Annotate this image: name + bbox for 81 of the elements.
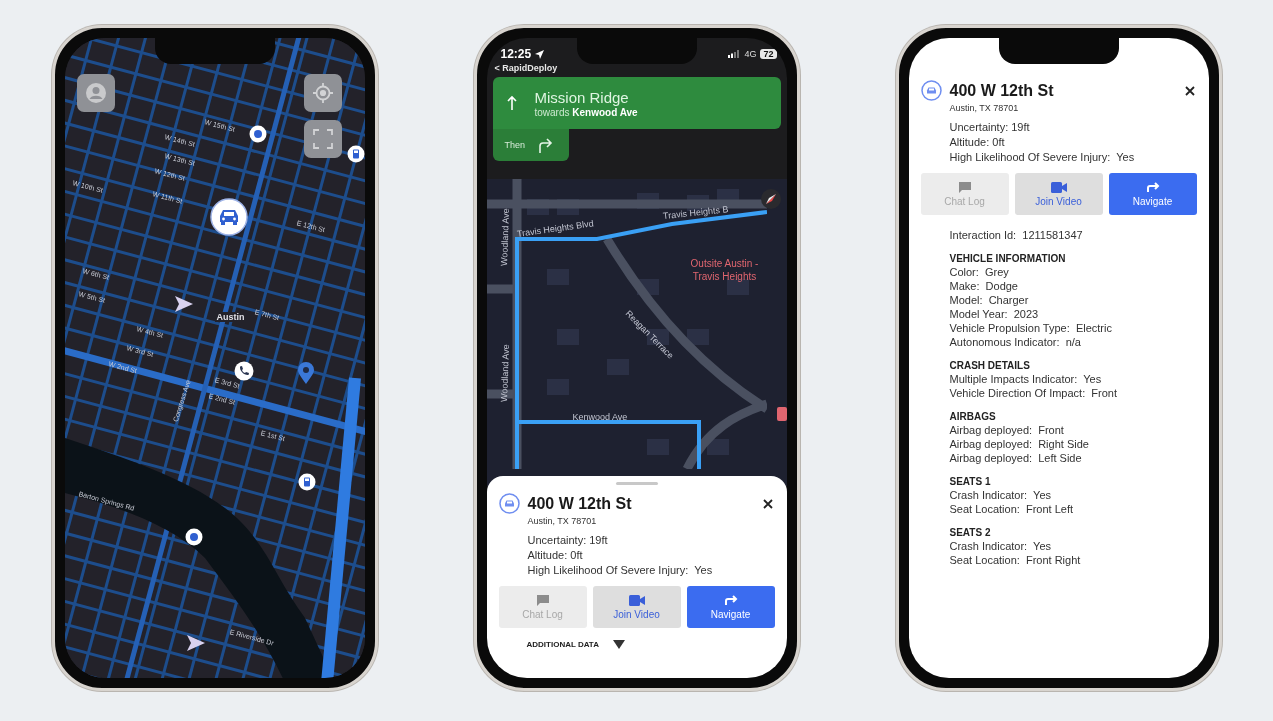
chat-icon — [535, 594, 550, 606]
clock-time: 12:25 — [500, 47, 532, 61]
location-dot-icon — [248, 125, 267, 143]
fullscreen-icon — [311, 128, 334, 150]
join-video-button[interactable]: Join Video — [592, 586, 681, 628]
turn-right-icon — [723, 594, 738, 606]
section-heading: CRASH DETAILS — [949, 360, 1031, 371]
detail-text: Vehicle Direction Of Impact: Front — [949, 387, 1118, 399]
detail-text: Altitude: 0ft — [949, 136, 1006, 148]
signal-icon — [728, 50, 741, 58]
detail-text: Color: Grey — [949, 266, 1010, 278]
towards-text: towards Kenwood Ave — [534, 106, 638, 118]
navigate-button[interactable]: Navigate — [686, 586, 775, 628]
section-heading: AIRBAGS — [949, 411, 997, 422]
section-heading: VEHICLE INFORMATION — [949, 253, 1067, 264]
address-title: 400 W 12th St — [527, 494, 633, 513]
location-arrow-icon — [535, 49, 545, 59]
section-heading: SEATS 2 — [949, 527, 992, 538]
detail-text: Autonomous Indicator: n/a — [949, 336, 1082, 348]
street-label: Woodland Ave — [498, 344, 511, 403]
detail-text: High Likelihood Of Severe Injury: Yes — [949, 151, 1136, 163]
address-subtitle: Austin, TX 78701 — [949, 103, 1020, 113]
map-pin-icon — [296, 361, 315, 385]
street-label: Austin — [214, 312, 247, 322]
locate-button[interactable] — [303, 74, 342, 112]
crosshair-icon — [311, 82, 334, 104]
address-title: 400 W 12th St — [949, 81, 1055, 100]
detail-text: Model Year: 2023 — [949, 308, 1040, 320]
detail-text: Altitude: 0ft — [527, 549, 584, 561]
street-label: Travis Heights Blvd — [515, 218, 594, 239]
car-icon — [498, 493, 520, 514]
detail-text: Make: Dodge — [949, 280, 1019, 292]
join-video-button[interactable]: Join Video — [1014, 173, 1103, 215]
video-camera-icon — [1050, 181, 1067, 193]
detail-text: Seat Location: Front Left — [949, 503, 1075, 515]
detail-text: High Likelihood Of Severe Injury: Yes — [527, 564, 714, 576]
back-link[interactable]: < RapidDeploy — [486, 62, 558, 73]
profile-button[interactable] — [76, 74, 115, 112]
detail-text: Airbag deployed: Right Side — [949, 438, 1090, 450]
navigation-arrow-icon — [173, 295, 194, 313]
detail-text: Model: Charger — [949, 294, 1030, 306]
detail-text: Crash Indicator: Yes — [949, 540, 1052, 552]
drag-handle[interactable] — [615, 482, 658, 485]
chat-icon — [957, 181, 972, 193]
fuel-marker-icon — [297, 473, 316, 491]
navigate-button[interactable]: Navigate — [1108, 173, 1197, 215]
turn-right-icon — [537, 137, 553, 153]
poi-marker-icon — [776, 407, 787, 421]
video-camera-icon — [628, 594, 645, 606]
battery-level: 72 — [760, 49, 777, 59]
detail-text: Multiple Impacts Indicator: Yes — [949, 373, 1103, 385]
fuel-marker-icon — [346, 145, 365, 163]
network-type: 4G — [744, 49, 757, 59]
detail-text: Crash Indicator: Yes — [949, 489, 1052, 501]
straight-arrow-icon — [506, 95, 517, 111]
user-icon — [84, 82, 107, 104]
street-label: Woodland Ave — [498, 208, 511, 267]
detail-text: Seat Location: Front Right — [949, 554, 1082, 566]
interaction-id: Interaction Id: 1211581347 — [949, 229, 1084, 241]
detail-text: Vehicle Propulsion Type: Electric — [949, 322, 1113, 334]
address-subtitle: Austin, TX 78701 — [527, 516, 598, 526]
street-label: Kenwood Ave — [572, 412, 628, 422]
place-label: Outsite Austin - Travis Heights — [689, 257, 760, 283]
location-dot-icon — [184, 528, 203, 546]
compass-icon[interactable] — [760, 189, 781, 209]
section-heading: SEATS 1 — [949, 476, 992, 487]
detail-text: Uncertainty: 19ft — [949, 121, 1031, 133]
street-label: Travis Heights B — [662, 204, 729, 221]
expand-triangle-icon[interactable] — [612, 640, 625, 649]
turn-right-icon — [1145, 181, 1160, 193]
street-name: Mission Ridge — [534, 88, 630, 106]
then-label: Then — [504, 140, 525, 150]
phone-marker-icon — [233, 361, 254, 381]
additional-data-toggle[interactable]: ADDITIONAL DATA — [526, 640, 599, 649]
detail-text: Airbag deployed: Left Side — [949, 452, 1083, 464]
detail-text: Airbag deployed: Front — [949, 424, 1065, 436]
car-marker-icon — [209, 198, 248, 236]
navigation-arrow-icon — [185, 634, 206, 652]
detail-text: Uncertainty: 19ft — [527, 534, 609, 546]
car-icon — [920, 80, 942, 101]
fullscreen-button[interactable] — [303, 120, 342, 158]
